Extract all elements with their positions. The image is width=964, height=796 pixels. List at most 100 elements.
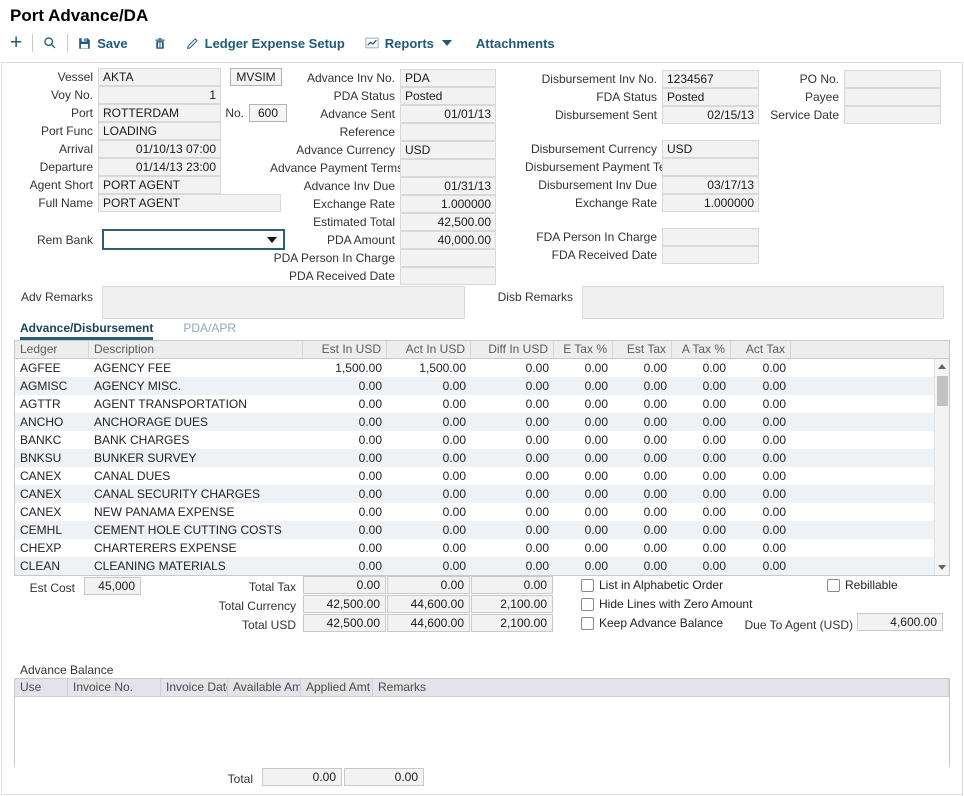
save-icon bbox=[78, 37, 91, 50]
ledger-row[interactable]: CLEANCLEANING MATERIALS0.000.000.000.000… bbox=[15, 557, 949, 575]
ledger-row[interactable]: ANCHOANCHORAGE DUES0.000.000.000.000.000… bbox=[15, 413, 949, 431]
ledger-cell: 0.00 bbox=[613, 485, 672, 503]
ledger-cell: 0.00 bbox=[672, 467, 731, 485]
ledger-row[interactable]: CHEXPCHARTERERS EXPENSE0.000.000.000.000… bbox=[15, 539, 949, 557]
ledger-cell: 0.00 bbox=[613, 449, 672, 467]
vertical-scrollbar[interactable] bbox=[934, 359, 949, 575]
tab-pda-apr[interactable]: PDA/APR bbox=[183, 321, 236, 340]
ledger-cell: 0.00 bbox=[731, 377, 791, 395]
disbursement-currency-field[interactable]: USD bbox=[662, 140, 759, 158]
agent-short-field[interactable]: PORT AGENT bbox=[98, 176, 221, 194]
voy-no-field[interactable]: 1 bbox=[98, 86, 221, 104]
ledger-cell: 0.00 bbox=[731, 359, 791, 377]
new-button[interactable]: + bbox=[10, 34, 22, 52]
rem-bank-dropdown[interactable] bbox=[102, 229, 285, 250]
list-alphabetic-row: List in Alphabetic Order bbox=[581, 577, 723, 593]
fda-status-field[interactable]: Posted bbox=[662, 88, 759, 106]
advance-payment-terms-field[interactable] bbox=[400, 159, 496, 177]
disbursement-inv-no-field[interactable]: 1234567 bbox=[662, 70, 759, 88]
rebillable-checkbox[interactable] bbox=[827, 579, 840, 592]
pda-received-date-label: PDA Received Date bbox=[270, 267, 400, 285]
search-button[interactable] bbox=[43, 36, 57, 50]
fda-person-in-charge-field[interactable] bbox=[662, 228, 759, 246]
disbursement-column: Disbursement Inv No. 1234567 FDA Status … bbox=[525, 70, 767, 264]
disbursement-inv-due-field[interactable]: 03/17/13 bbox=[662, 176, 759, 194]
ledger-cell: 0.00 bbox=[613, 431, 672, 449]
adv-remarks-field[interactable] bbox=[102, 286, 465, 319]
hide-zero-row: Hide Lines with Zero Amount bbox=[581, 596, 752, 612]
ledger-table-header: LedgerDescriptionEst In USDAct In USDDif… bbox=[15, 341, 949, 359]
departure-field[interactable]: 01/14/13 23:00 bbox=[98, 158, 221, 176]
ledger-cell: AGENT TRANSPORTATION bbox=[89, 395, 303, 413]
disb-remarks-field[interactable] bbox=[582, 286, 944, 319]
full-name-field[interactable]: PORT AGENT bbox=[98, 194, 281, 212]
pda-received-date-field[interactable] bbox=[400, 267, 496, 285]
ledger-row[interactable]: CANEXCANAL SECURITY CHARGES0.000.000.000… bbox=[15, 485, 949, 503]
ledger-cell: 0.00 bbox=[387, 377, 471, 395]
scrollbar-thumb[interactable] bbox=[937, 376, 948, 406]
full-name-label: Full Name bbox=[4, 194, 98, 212]
disbursement-inv-due-label: Disbursement Inv Due bbox=[525, 176, 662, 194]
pda-status-field[interactable]: Posted bbox=[400, 87, 496, 105]
ledger-cell: AGENCY FEE bbox=[89, 359, 303, 377]
delete-button[interactable] bbox=[154, 37, 166, 50]
ledger-cell: AGFEE bbox=[15, 359, 89, 377]
advance-balance-header: UseInvoice No.Invoice DateAvailable AmtA… bbox=[15, 679, 949, 697]
ledger-expense-setup-button[interactable]: Ledger Expense Setup bbox=[186, 36, 345, 51]
advance-inv-no-field[interactable]: PDA bbox=[400, 69, 496, 87]
ledger-row[interactable]: BANKCBANK CHARGES0.000.000.000.000.000.0… bbox=[15, 431, 949, 449]
ledger-cell: AGTTR bbox=[15, 395, 89, 413]
ledger-row[interactable]: AGMISCAGENCY MISC.0.000.000.000.000.000.… bbox=[15, 377, 949, 395]
pda-person-in-charge-field[interactable] bbox=[400, 249, 496, 267]
ledger-row[interactable]: CANEXNEW PANAMA EXPENSE0.000.000.000.000… bbox=[15, 503, 949, 521]
advance-currency-field[interactable]: USD bbox=[400, 141, 496, 159]
po-no-field[interactable] bbox=[844, 70, 941, 88]
ledger-row[interactable]: AGFEEAGENCY FEE1,500.001,500.000.000.000… bbox=[15, 359, 949, 377]
arrival-field[interactable]: 01/10/13 07:00 bbox=[98, 140, 221, 158]
ledger-cell: 0.00 bbox=[387, 395, 471, 413]
port-func-field[interactable]: LOADING bbox=[98, 122, 221, 140]
advance-inv-due-field[interactable]: 01/31/13 bbox=[400, 177, 496, 195]
ledger-cell: 0.00 bbox=[554, 431, 613, 449]
reports-button[interactable]: Reports bbox=[365, 36, 452, 51]
save-button[interactable]: Save bbox=[78, 36, 127, 51]
ledger-cell: 0.00 bbox=[471, 557, 554, 575]
advance-exchange-rate-field[interactable]: 1.000000 bbox=[400, 195, 496, 213]
ledger-row-filler bbox=[791, 485, 949, 503]
ledger-row[interactable]: CEMHLCEMENT HOLE CUTTING COSTS0.000.000.… bbox=[15, 521, 949, 539]
ledger-row[interactable]: AGTTRAGENT TRANSPORTATION0.000.000.000.0… bbox=[15, 395, 949, 413]
disbursement-sent-field[interactable]: 02/15/13 bbox=[662, 106, 759, 124]
tab-advance-disbursement[interactable]: Advance/Disbursement bbox=[20, 321, 153, 340]
hide-zero-checkbox[interactable] bbox=[581, 598, 594, 611]
reference-field[interactable] bbox=[400, 123, 496, 141]
page-title: Port Advance/DA bbox=[10, 6, 148, 26]
payee-field[interactable] bbox=[844, 88, 941, 106]
pda-amount-field[interactable]: 40,000.00 bbox=[400, 231, 496, 249]
attachments-button[interactable]: Attachments bbox=[476, 36, 555, 51]
est-cost-field[interactable]: 45,000 bbox=[84, 577, 141, 595]
fda-received-date-field[interactable] bbox=[662, 246, 759, 264]
ledger-cell: 0.00 bbox=[387, 503, 471, 521]
ledger-cell: 0.00 bbox=[613, 521, 672, 539]
total-tax-diff: 0.00 bbox=[471, 576, 553, 594]
scroll-up-icon[interactable] bbox=[938, 364, 946, 369]
port-field[interactable]: ROTTERDAM bbox=[98, 104, 221, 122]
po-column: PO No. Payee Service Date bbox=[765, 70, 950, 124]
disbursement-exchange-rate-field[interactable]: 1.000000 bbox=[662, 194, 759, 212]
advance-balance-total-available: 0.00 bbox=[262, 768, 342, 786]
vessel-field[interactable]: AKTA bbox=[98, 68, 221, 86]
keep-advance-checkbox[interactable] bbox=[581, 617, 594, 630]
service-date-field[interactable] bbox=[844, 106, 941, 124]
ledger-cell: 0.00 bbox=[613, 395, 672, 413]
ledger-row-filler bbox=[791, 413, 949, 431]
disbursement-payment-terms-field[interactable] bbox=[662, 158, 759, 176]
ledger-cell: 1,500.00 bbox=[303, 359, 387, 377]
list-alphabetic-checkbox[interactable] bbox=[581, 579, 594, 592]
scroll-down-icon[interactable] bbox=[938, 565, 946, 570]
ledger-row[interactable]: BNKSUBUNKER SURVEY0.000.000.000.000.000.… bbox=[15, 449, 949, 467]
vessel-label: Vessel bbox=[4, 68, 98, 86]
ledger-row[interactable]: CANEXCANAL DUES0.000.000.000.000.000.000… bbox=[15, 467, 949, 485]
ledger-cell: AGMISC bbox=[15, 377, 89, 395]
disbursement-inv-no-label: Disbursement Inv No. bbox=[525, 70, 662, 88]
advance-sent-field[interactable]: 01/01/13 bbox=[400, 105, 496, 123]
